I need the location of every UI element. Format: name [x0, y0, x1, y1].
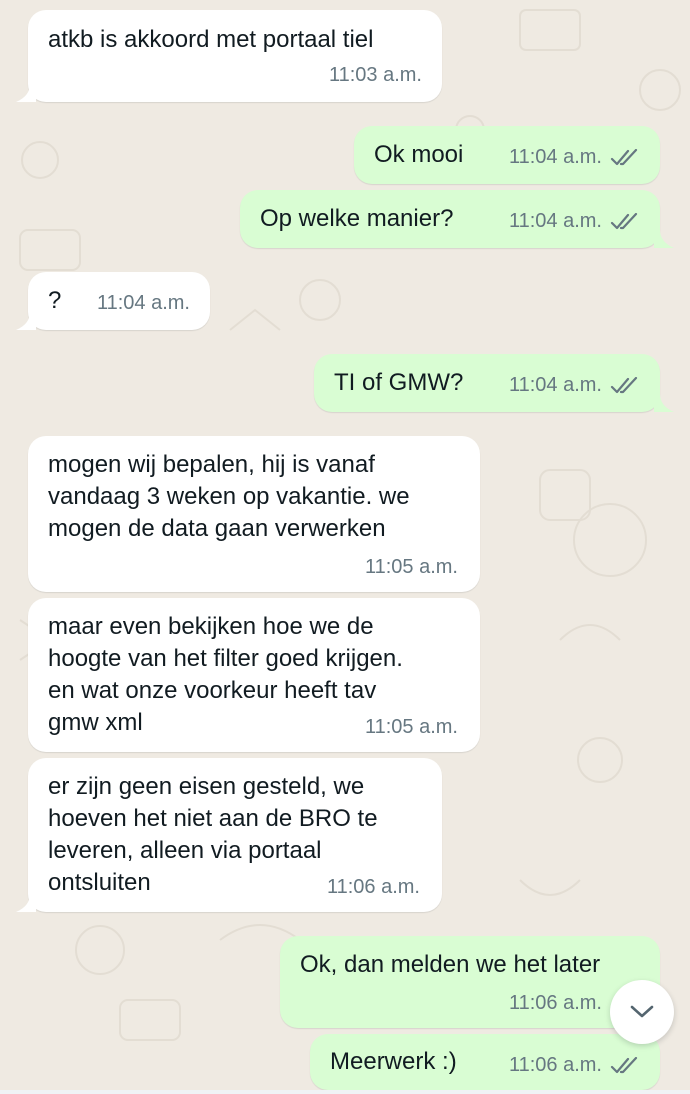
- double-check-icon: [610, 376, 638, 393]
- message-bubble-outgoing[interactable]: Meerwerk :) 11:06 a.m.: [310, 1034, 660, 1090]
- message-time: 11:03 a.m.: [328, 64, 422, 86]
- bubble-tail: [16, 312, 36, 330]
- message-meta: 11:06 a.m.: [509, 992, 602, 1015]
- chevron-down-icon: [630, 1005, 654, 1018]
- double-check-icon: [610, 212, 638, 229]
- message-line: mogen de data gaan verwerken: [48, 515, 386, 542]
- message-meta: 11:04 a.m.: [509, 210, 640, 233]
- message-line: ontsluiten: [48, 869, 151, 896]
- message-text: atkb is akkoord met portaal tiel: [48, 26, 374, 53]
- message-bubble-incoming[interactable]: ? 11:04 a.m.: [28, 272, 210, 330]
- message-time: 11:04 a.m.: [508, 146, 602, 168]
- bubble-tail: [16, 894, 36, 912]
- message-line: maar even bekijken hoe we de: [48, 613, 374, 640]
- message-line: vandaag 3 weken op vakantie. we: [48, 483, 410, 510]
- message-text: Op welke manier?: [260, 205, 454, 232]
- message-bubble-outgoing[interactable]: Ok mooi 11:04 a.m.: [354, 126, 660, 184]
- message-text: Ok, dan melden we het later: [300, 951, 601, 978]
- bubble-tail: [16, 84, 36, 102]
- message-bubble-outgoing[interactable]: Ok, dan melden we het later 11:06 a.m.: [280, 936, 660, 1028]
- message-bubble-incoming[interactable]: atkb is akkoord met portaal tiel 11:03 a…: [28, 10, 442, 102]
- double-check-icon: [610, 1056, 638, 1073]
- message-bubble-outgoing[interactable]: Op welke manier? 11:04 a.m.: [240, 190, 660, 248]
- message-text: TI of GMW?: [334, 369, 464, 396]
- message-meta: 11:04 a.m.: [97, 292, 190, 315]
- message-meta: 11:06 a.m.: [509, 1054, 640, 1077]
- bubble-tail: [654, 394, 674, 412]
- message-meta: 11:04 a.m.: [509, 146, 640, 169]
- message-time: 11:06 a.m.: [326, 876, 420, 898]
- message-meta: 11:03 a.m.: [329, 64, 422, 87]
- message-bubble-incoming[interactable]: maar even bekijken hoe we de hoogte van …: [28, 598, 480, 752]
- message-line: gmw xml: [48, 709, 143, 736]
- message-meta: 11:05 a.m.: [365, 716, 458, 739]
- message-time: 11:04 a.m.: [508, 210, 602, 232]
- message-text: Ok mooi: [374, 141, 464, 168]
- bubble-tail: [654, 230, 674, 248]
- message-line: leveren, alleen via portaal: [48, 837, 322, 864]
- message-text: Meerwerk :): [330, 1048, 457, 1075]
- message-line: mogen wij bepalen, hij is vanaf: [48, 451, 375, 478]
- message-line: hoeven het niet aan de BRO te: [48, 805, 378, 832]
- message-meta: 11:05 a.m.: [365, 556, 458, 579]
- double-check-icon: [610, 148, 638, 165]
- message-bubble-outgoing[interactable]: TI of GMW? 11:04 a.m.: [314, 354, 660, 412]
- scroll-to-bottom-button[interactable]: [610, 980, 674, 1044]
- composer-edge: [0, 1090, 690, 1094]
- message-text: ?: [48, 287, 62, 314]
- message-time: 11:04 a.m.: [508, 374, 602, 396]
- message-time: 11:05 a.m.: [364, 716, 458, 738]
- message-line: hoogte van het filter goed krijgen.: [48, 645, 403, 672]
- message-meta: 11:04 a.m.: [509, 374, 640, 397]
- message-time: 11:06 a.m.: [508, 992, 602, 1014]
- message-bubble-incoming[interactable]: er zijn geen eisen gesteld, we hoeven he…: [28, 758, 442, 912]
- message-line: en wat onze voorkeur heeft tav: [48, 677, 377, 704]
- message-time: 11:05 a.m.: [364, 556, 458, 578]
- message-meta: 11:06 a.m.: [327, 876, 420, 899]
- message-line: er zijn geen eisen gesteld, we: [48, 773, 365, 800]
- message-time: 11:04 a.m.: [96, 292, 190, 314]
- message-time: 11:06 a.m.: [508, 1054, 602, 1076]
- message-bubble-incoming[interactable]: mogen wij bepalen, hij is vanaf vandaag …: [28, 436, 480, 592]
